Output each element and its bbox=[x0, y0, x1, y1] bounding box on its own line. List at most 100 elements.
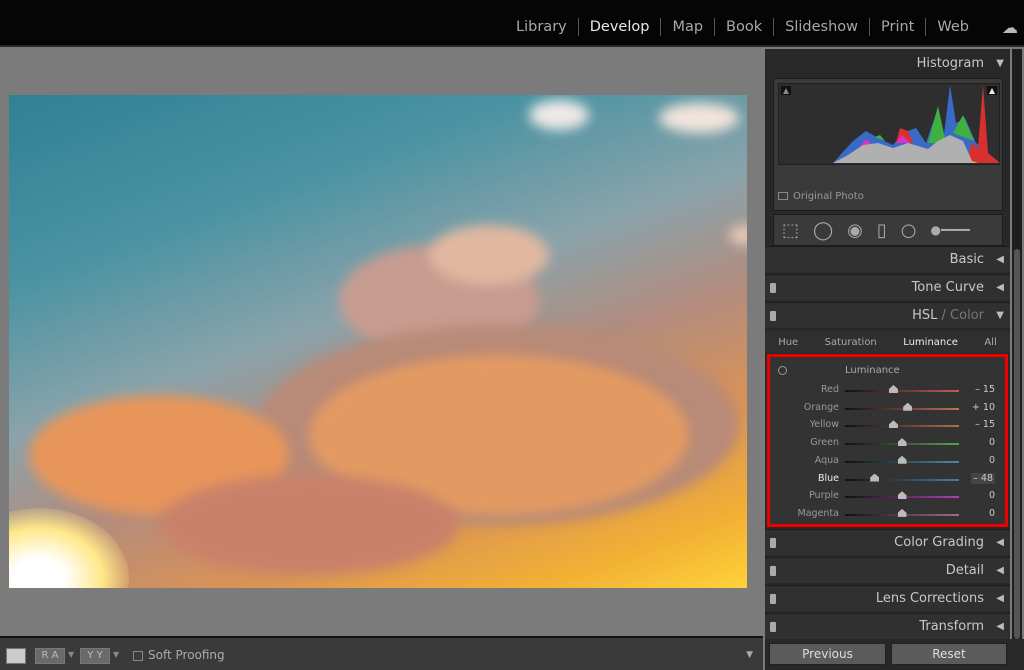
checkbox[interactable] bbox=[133, 650, 143, 661]
tab-saturation[interactable]: Saturation bbox=[825, 337, 877, 348]
slider-thumb[interactable] bbox=[897, 438, 907, 447]
brush-slider-icon[interactable]: ●━━━━ bbox=[931, 223, 970, 237]
hsl-label[interactable]: HSL bbox=[912, 308, 937, 323]
spot-removal-icon[interactable]: ◯ bbox=[813, 220, 833, 241]
slider-track[interactable] bbox=[845, 478, 959, 481]
luminance-title: Luminance bbox=[845, 365, 900, 376]
slider-red[interactable]: Red – 15 bbox=[770, 382, 1005, 400]
slider-track[interactable] bbox=[845, 425, 959, 428]
panel-lens-corrections[interactable]: Lens Corrections ◀ bbox=[765, 585, 1010, 611]
dropdown-icon[interactable]: ▼ bbox=[113, 650, 119, 659]
before-after-split-button[interactable]: Y Y bbox=[80, 648, 110, 664]
panel-switch[interactable] bbox=[770, 311, 776, 321]
slider-green[interactable]: Green 0 bbox=[770, 435, 1005, 453]
slider-aqua[interactable]: Aqua 0 bbox=[770, 453, 1005, 471]
tab-luminance[interactable]: Luminance bbox=[903, 337, 958, 348]
slider-orange[interactable]: Orange + 10 bbox=[770, 400, 1005, 418]
panel-tone-curve[interactable]: Tone Curve ◀ bbox=[765, 274, 1010, 300]
photo-preview[interactable] bbox=[9, 95, 747, 588]
crop-icon[interactable]: ⬚ bbox=[782, 220, 799, 241]
histogram-header[interactable]: Histogram ▼ bbox=[765, 51, 1010, 77]
loupe-view-button[interactable] bbox=[6, 648, 26, 664]
slider-track[interactable] bbox=[845, 407, 959, 410]
slider-blue[interactable]: Blue – 48 bbox=[770, 471, 1005, 489]
top-bar: Library Develop Map Book Slideshow Print Web ☁ bbox=[0, 0, 1024, 47]
tab-all[interactable]: All bbox=[984, 337, 996, 348]
panel-switch[interactable] bbox=[770, 594, 776, 604]
slider-magenta[interactable]: Magenta 0 bbox=[770, 506, 1005, 524]
panel-scrollbar[interactable] bbox=[1012, 49, 1022, 639]
slider-label: Magenta bbox=[797, 507, 839, 519]
slider-purple[interactable]: Purple 0 bbox=[770, 488, 1005, 506]
nav-print[interactable]: Print bbox=[870, 18, 927, 36]
original-photo-label: Original Photo bbox=[793, 191, 864, 202]
histogram-graph bbox=[778, 83, 1000, 165]
scroll-thumb[interactable] bbox=[1014, 249, 1020, 639]
hsl-tabs: Hue Saturation Luminance All bbox=[765, 331, 1010, 353]
slider-thumb[interactable] bbox=[903, 402, 913, 411]
slider-value[interactable]: 0 bbox=[989, 508, 995, 519]
dropdown-icon[interactable]: ▼ bbox=[68, 650, 74, 659]
slider-label: Red bbox=[820, 384, 839, 395]
slider-label: Green bbox=[810, 437, 839, 449]
expand-icon: ◀ bbox=[996, 282, 1004, 293]
target-adjust-icon[interactable] bbox=[778, 366, 787, 375]
tab-hue[interactable]: Hue bbox=[778, 337, 798, 348]
slider-value[interactable]: – 48 bbox=[971, 472, 995, 484]
slider-value[interactable]: 0 bbox=[989, 455, 995, 466]
redeye-icon[interactable]: ◉ bbox=[847, 220, 863, 241]
nav-book[interactable]: Book bbox=[715, 18, 775, 36]
color-label[interactable]: Color bbox=[950, 308, 984, 323]
color-grading-label: Color Grading bbox=[894, 535, 984, 550]
slider-track[interactable] bbox=[845, 390, 959, 392]
panel-transform[interactable]: Transform ◀ bbox=[765, 613, 1010, 639]
nav-library[interactable]: Library bbox=[505, 18, 579, 36]
basic-label: Basic bbox=[949, 252, 984, 267]
panel-basic[interactable]: Basic ◀ bbox=[765, 246, 1010, 272]
tool-strip: ⬚ ◯ ◉ ▯ ○ ●━━━━ bbox=[773, 214, 1003, 246]
nav-web[interactable]: Web bbox=[926, 18, 980, 36]
panel-hsl-color[interactable]: HSL / Color ▼ bbox=[765, 302, 1010, 328]
radial-filter-icon[interactable]: ○ bbox=[901, 220, 917, 241]
slider-thumb[interactable] bbox=[897, 491, 907, 500]
panel-switch[interactable] bbox=[770, 538, 776, 548]
soft-proofing-toggle[interactable]: Soft Proofing bbox=[133, 648, 225, 662]
nav-develop[interactable]: Develop bbox=[579, 18, 662, 36]
slider-value[interactable]: + 10 bbox=[972, 402, 995, 413]
toolbar-menu-icon[interactable]: ▼ bbox=[746, 650, 753, 660]
before-after-button[interactable]: R A bbox=[35, 648, 65, 664]
slider-yellow[interactable]: Yellow – 15 bbox=[770, 417, 1005, 435]
slider-thumb[interactable] bbox=[897, 455, 907, 464]
original-photo-toggle[interactable]: Original Photo bbox=[778, 191, 864, 202]
nav-map[interactable]: Map bbox=[661, 18, 716, 36]
collapse-icon: ▼ bbox=[996, 310, 1004, 321]
slider-value[interactable]: 0 bbox=[989, 437, 995, 448]
cloud-sync-icon[interactable]: ☁ bbox=[1002, 18, 1018, 37]
nav-slideshow[interactable]: Slideshow bbox=[774, 18, 871, 36]
panel-detail[interactable]: Detail ◀ bbox=[765, 557, 1010, 583]
panel-color-grading[interactable]: Color Grading ◀ bbox=[765, 529, 1010, 555]
expand-icon: ◀ bbox=[996, 621, 1004, 632]
slider-value[interactable]: – 15 bbox=[975, 419, 995, 430]
slider-value[interactable]: – 15 bbox=[975, 384, 995, 395]
panel-switch[interactable] bbox=[770, 283, 776, 293]
panel-switch[interactable] bbox=[770, 622, 776, 632]
slider-thumb[interactable] bbox=[888, 385, 898, 393]
previous-button[interactable]: Previous bbox=[769, 643, 886, 665]
slider-thumb[interactable] bbox=[870, 473, 880, 482]
panel-switch[interactable] bbox=[770, 566, 776, 576]
slider-thumb[interactable] bbox=[897, 508, 907, 517]
expand-icon: ◀ bbox=[996, 565, 1004, 576]
slider-label: Yellow bbox=[809, 419, 839, 431]
slider-thumb[interactable] bbox=[888, 420, 898, 429]
slider-label: Blue bbox=[817, 472, 839, 484]
expand-icon: ◀ bbox=[996, 537, 1004, 548]
graduated-filter-icon[interactable]: ▯ bbox=[877, 220, 887, 241]
reset-button[interactable]: Reset bbox=[891, 643, 1007, 665]
luminance-section: Luminance Red – 15 Orange + 10 Yellow – 15… bbox=[767, 354, 1008, 527]
slider-label: Purple bbox=[808, 490, 839, 502]
bottom-buttons: Previous Reset bbox=[765, 639, 1024, 670]
slider-value[interactable]: 0 bbox=[989, 490, 995, 501]
checkbox[interactable] bbox=[778, 192, 788, 200]
slider-label: Orange bbox=[803, 401, 839, 413]
